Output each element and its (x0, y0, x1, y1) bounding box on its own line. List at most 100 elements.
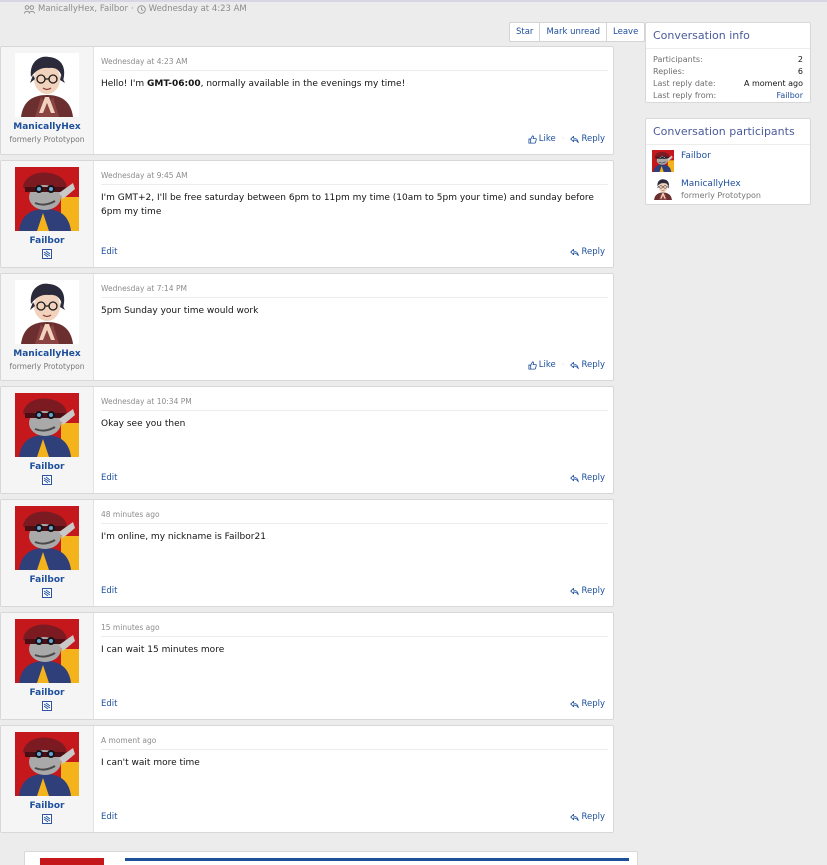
leave-button[interactable]: Leave (607, 23, 644, 41)
info-row-last-reply-from: Last reply from: Failbor (646, 90, 810, 102)
message-date[interactable]: Wednesday at 7:14 PM (101, 284, 608, 298)
username[interactable]: Failbor (30, 801, 65, 811)
conversation-info-block: Conversation info Participants: 2 Replie… (645, 22, 811, 103)
edit-button[interactable]: Edit (101, 699, 117, 709)
like-label: Like (538, 360, 556, 370)
info-row-replies: Replies: 6 (646, 66, 810, 78)
message-user: Failbor (1, 161, 94, 267)
message-content: Wednesday at 4:23 AM Hello! I'm GMT-06:0… (94, 47, 613, 154)
reply-button[interactable]: Reply (570, 247, 605, 257)
participant-manicallyhex[interactable]: ManicallyHex formerly Prototypon (646, 178, 810, 201)
message-actions: Edit Reply (101, 586, 605, 596)
like-icon (528, 361, 537, 370)
badge-icon (42, 701, 52, 711)
message-actions: Edit Reply (101, 699, 605, 709)
username[interactable]: ManicallyHex (13, 349, 80, 359)
reply-button[interactable]: Reply (570, 473, 605, 483)
badge-icon (42, 249, 52, 259)
message-body: Okay see you then (101, 419, 186, 429)
action-separator: · (561, 134, 565, 144)
reply-label: Reply (581, 134, 605, 144)
message-user: Failbor (1, 613, 94, 719)
editor-toolbar-partial (125, 858, 629, 861)
message-date[interactable]: A moment ago (101, 736, 608, 750)
info-label: Last reply from: (653, 91, 717, 100)
reply-button[interactable]: Reply (570, 134, 605, 144)
info-value: A moment ago (743, 79, 803, 88)
conversation-meta: ManicallyHex, Failbor · Wednesday at 4:2… (24, 4, 247, 14)
like-button[interactable]: Like (528, 134, 556, 144)
message-content: 48 minutes ago I'm online, my nickname i… (94, 500, 613, 606)
message-date[interactable]: 15 minutes ago (101, 623, 608, 637)
avatar[interactable] (15, 732, 79, 796)
message-date[interactable]: 48 minutes ago (101, 510, 608, 524)
message-date[interactable]: Wednesday at 9:45 AM (101, 171, 608, 185)
message-actions: Edit Reply (101, 812, 605, 822)
badge-icon (42, 588, 52, 598)
message-user: ManicallyHex formerly Prototypon (1, 47, 94, 154)
message-content: Wednesday at 7:14 PM 5pm Sunday your tim… (94, 274, 613, 380)
reply-icon (570, 700, 579, 709)
reply-button[interactable]: Reply (570, 699, 605, 709)
action-separator: · (561, 360, 565, 370)
participants-text[interactable]: ManicallyHex, Failbor (38, 4, 128, 14)
reply-label: Reply (581, 586, 605, 596)
edit-button[interactable]: Edit (101, 473, 117, 483)
username[interactable]: Failbor (30, 462, 65, 472)
reply-label: Reply (581, 473, 605, 483)
meta-separator: · (130, 4, 134, 14)
reply-button[interactable]: Reply (570, 812, 605, 822)
message-content: 15 minutes ago I can wait 15 minutes mor… (94, 613, 613, 719)
avatar[interactable] (15, 393, 79, 457)
editor-avatar-partial (40, 858, 104, 865)
like-icon (528, 135, 537, 144)
avatar[interactable] (15, 167, 79, 231)
avatar[interactable] (15, 506, 79, 570)
reply-label: Reply (581, 699, 605, 709)
message-body: I'm GMT+2, I'll be free saturday between… (101, 193, 594, 217)
star-button[interactable]: Star (510, 23, 541, 41)
reply-icon (570, 474, 579, 483)
conversation-participants-title: Conversation participants (646, 119, 810, 145)
badge-icon (42, 814, 52, 824)
info-label: Participants: (653, 55, 703, 64)
user-title: formerly Prototypon (9, 135, 85, 144)
message-date[interactable]: Wednesday at 10:34 PM (101, 397, 608, 411)
participant-name[interactable]: Failbor (681, 150, 711, 162)
avatar[interactable] (15, 619, 79, 683)
username[interactable]: ManicallyHex (13, 122, 80, 132)
reply-icon (570, 361, 579, 370)
username[interactable]: Failbor (30, 236, 65, 246)
avatar[interactable] (15, 280, 79, 344)
message-1: ManicallyHex formerly Prototypon Wednesd… (0, 46, 614, 155)
reply-button[interactable]: Reply (570, 586, 605, 596)
clock-icon (136, 4, 146, 14)
started-date: Wednesday at 4:23 AM (148, 4, 247, 14)
participant-failbor[interactable]: Failbor (646, 150, 810, 172)
reply-button[interactable]: Reply (570, 360, 605, 370)
edit-button[interactable]: Edit (101, 247, 117, 257)
message-6: Failbor 15 minutes ago I can wait 15 min… (0, 612, 614, 720)
badge-icon (42, 475, 52, 485)
avatar[interactable] (652, 178, 674, 200)
message-2: Failbor Wednesday at 9:45 AM I'm GMT+2, … (0, 160, 614, 268)
like-button[interactable]: Like (528, 360, 556, 370)
avatar[interactable] (15, 53, 79, 117)
edit-button[interactable]: Edit (101, 586, 117, 596)
mark-unread-button[interactable]: Mark unread (540, 23, 608, 41)
message-user: Failbor (1, 726, 94, 832)
username[interactable]: Failbor (30, 575, 65, 585)
participant-name[interactable]: ManicallyHex (681, 178, 761, 190)
info-row-last-reply-date: Last reply date: A moment ago (646, 78, 810, 90)
conversation-actions: Star Mark unread Leave (509, 22, 646, 42)
message-date[interactable]: Wednesday at 4:23 AM (101, 57, 608, 71)
reply-label: Reply (581, 812, 605, 822)
body-text: Hello! I'm (101, 79, 148, 89)
username[interactable]: Failbor (30, 688, 65, 698)
reply-label: Reply (581, 247, 605, 257)
message-actions: Edit Reply (101, 473, 605, 483)
avatar[interactable] (652, 150, 674, 172)
last-reply-user-link[interactable]: Failbor (777, 90, 803, 102)
participants-icon (24, 4, 35, 14)
edit-button[interactable]: Edit (101, 812, 117, 822)
